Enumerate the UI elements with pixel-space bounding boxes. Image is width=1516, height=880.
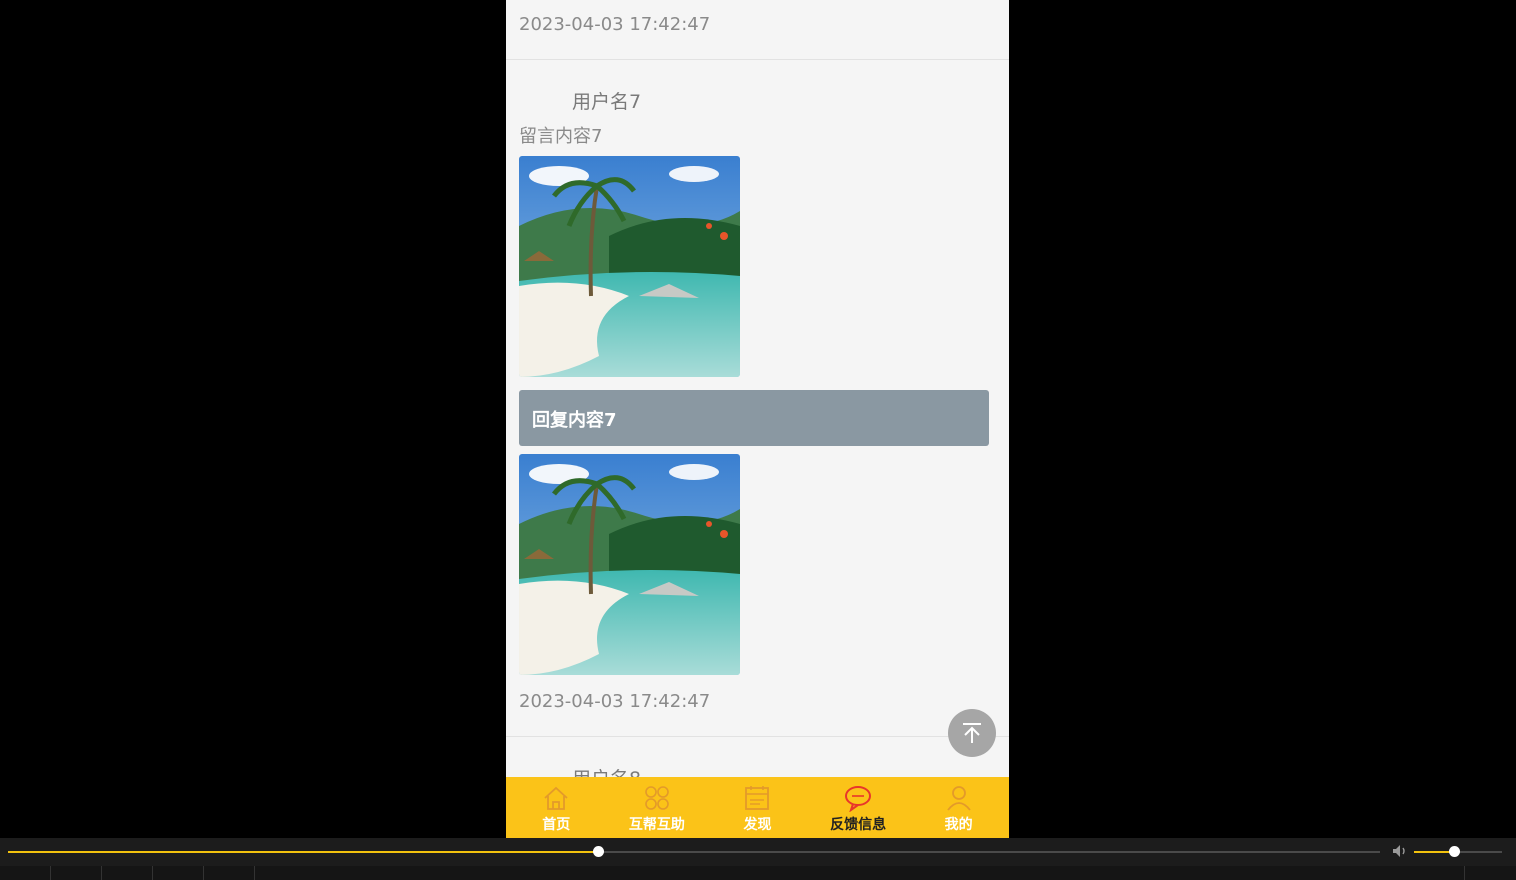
grid-icon xyxy=(645,786,669,810)
volume-level xyxy=(1414,851,1454,853)
tab-label: 我的 xyxy=(944,817,973,833)
strip-divider xyxy=(254,866,255,880)
tab-label: 反馈信息 xyxy=(830,817,887,833)
arrow-up-icon xyxy=(963,723,981,743)
strip-divider xyxy=(50,866,51,880)
reply-image[interactable] xyxy=(519,454,740,675)
tab-feedback[interactable]: 反馈信息 xyxy=(808,777,909,838)
seek-progress xyxy=(8,851,598,853)
entry-message: 留言内容7 xyxy=(519,126,603,147)
video-player-controls xyxy=(0,838,1516,866)
taskbar-strip xyxy=(0,866,1516,880)
message-feed[interactable]: 2023-04-03 17:42:47 用户名7 留言内容7 回复内容7 202… xyxy=(506,0,1009,777)
back-to-top-button[interactable] xyxy=(948,709,996,757)
next-entry-username: 用户名8 xyxy=(572,764,641,777)
seek-handle[interactable] xyxy=(592,846,604,857)
tab-label: 首页 xyxy=(542,817,571,833)
strip-divider xyxy=(203,866,204,880)
tab-mutual-help[interactable]: 互帮互助 xyxy=(607,777,708,838)
strip-divider xyxy=(152,866,153,880)
prev-entry-time: 2023-04-03 17:42:47 xyxy=(519,14,711,35)
chat-icon xyxy=(845,786,872,812)
user-icon xyxy=(946,786,971,811)
beach-photo xyxy=(519,156,740,377)
tab-label: 互帮互助 xyxy=(628,817,685,833)
entry-time: 2023-04-03 17:42:47 xyxy=(519,691,711,712)
volume-handle[interactable] xyxy=(1448,846,1460,857)
entry-divider xyxy=(506,59,1009,60)
tab-home[interactable]: 首页 xyxy=(506,777,607,838)
tab-mine[interactable]: 我的 xyxy=(908,777,1009,838)
app-stage: 2023-04-03 17:42:47 用户名7 留言内容7 回复内容7 202… xyxy=(0,0,1516,838)
tab-label: 发现 xyxy=(743,817,772,833)
tab-discover[interactable]: 发现 xyxy=(707,777,808,838)
home-icon xyxy=(544,786,568,810)
strip-divider xyxy=(101,866,102,880)
bottom-tab-bar: 首页 互帮互助 发现 反馈信息 我的 xyxy=(506,777,1009,838)
phone-viewport: 2023-04-03 17:42:47 用户名7 留言内容7 回复内容7 202… xyxy=(506,0,1009,838)
entry-username: 用户名7 xyxy=(572,91,642,113)
entry-divider xyxy=(506,736,1009,737)
beach-photo xyxy=(519,454,740,675)
seek-bar[interactable] xyxy=(8,851,1380,853)
reply-content: 回复内容7 xyxy=(519,390,989,446)
calendar-icon xyxy=(745,786,770,810)
strip-divider xyxy=(1464,866,1465,880)
volume-icon[interactable] xyxy=(1392,844,1408,858)
message-image[interactable] xyxy=(519,156,740,377)
